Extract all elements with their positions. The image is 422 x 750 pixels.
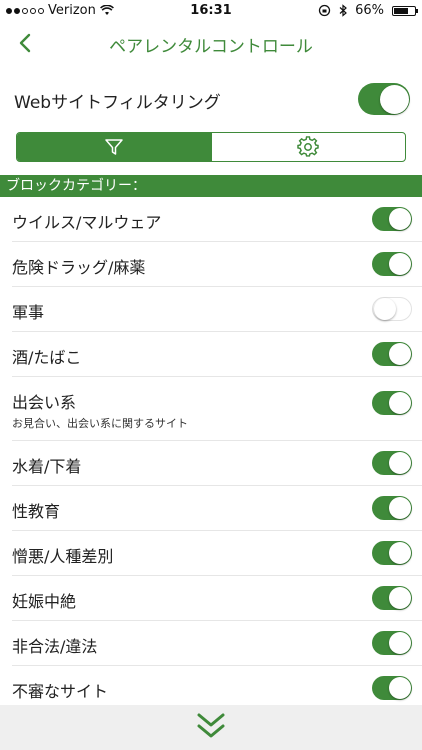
category-row: ウイルス/マルウェア (12, 197, 422, 242)
category-label: 非合法/違法 (12, 637, 98, 656)
category-toggle[interactable] (372, 496, 412, 520)
category-row: 酒/たばこ (12, 332, 422, 377)
web-filtering-toggle[interactable] (358, 83, 410, 115)
rotation-lock-icon (318, 4, 331, 17)
category-toggle[interactable] (372, 252, 412, 276)
battery-label: 66% (355, 3, 384, 18)
category-toggle[interactable] (372, 297, 412, 321)
category-toggle[interactable] (372, 631, 412, 655)
filter-icon (105, 139, 123, 155)
category-list: ウイルス/マルウェア 危険ドラッグ/麻薬 軍事 酒/たばこ 出会い系 お見合い、… (0, 197, 422, 711)
category-row: 水着/下着 (12, 441, 422, 486)
category-description: お見合い、出会い系に関するサイト (12, 417, 188, 430)
category-row: 非合法/違法 (12, 621, 422, 666)
category-label: 危険ドラッグ/麻薬 (12, 258, 146, 277)
expand-button[interactable] (186, 708, 236, 748)
category-label: 性教育 (12, 502, 61, 521)
gear-icon (297, 136, 319, 157)
tab-filter[interactable] (17, 133, 211, 161)
status-right: 66% (318, 3, 418, 18)
page-title: ペアレンタルコントロール (109, 37, 313, 57)
bottom-bar (0, 705, 422, 750)
web-filtering-row: Webサイトフィルタリング (0, 74, 422, 124)
category-toggle[interactable] (372, 586, 412, 610)
tab-settings[interactable] (210, 133, 406, 161)
category-label: 憎悪/人種差別 (12, 547, 114, 566)
category-toggle[interactable] (372, 207, 412, 231)
category-row: 危険ドラッグ/麻薬 (12, 242, 422, 287)
category-toggle[interactable] (372, 342, 412, 366)
category-toggle[interactable] (372, 541, 412, 565)
segmented-control (16, 132, 406, 162)
battery-icon (392, 5, 418, 16)
category-toggle[interactable] (372, 451, 412, 475)
section-header: ブロックカテゴリー： (0, 175, 422, 197)
double-chevron-down-icon (197, 713, 225, 737)
category-row: 性教育 (12, 486, 422, 531)
bluetooth-icon (339, 4, 348, 17)
nav-bar: ペアレンタルコントロール (0, 22, 422, 64)
category-row: 憎悪/人種差別 (12, 531, 422, 576)
status-bar: Verizon 16:31 66% (0, 0, 422, 22)
category-label: 不審なサイト (12, 682, 109, 701)
category-row: 出会い系 お見合い、出会い系に関するサイト (12, 377, 422, 441)
category-toggle[interactable] (372, 676, 412, 700)
category-row: 軍事 (12, 287, 422, 332)
category-label: ウイルス/マルウェア (12, 213, 162, 232)
category-label: 出会い系 (12, 393, 77, 412)
category-row: 妊娠中絶 (12, 576, 422, 621)
category-label: 酒/たばこ (12, 348, 82, 367)
category-label: 妊娠中絶 (12, 592, 77, 611)
category-toggle[interactable] (372, 391, 412, 415)
category-label: 水着/下着 (12, 457, 82, 476)
web-filtering-label: Webサイトフィルタリング (14, 93, 221, 113)
category-label: 軍事 (12, 303, 45, 322)
